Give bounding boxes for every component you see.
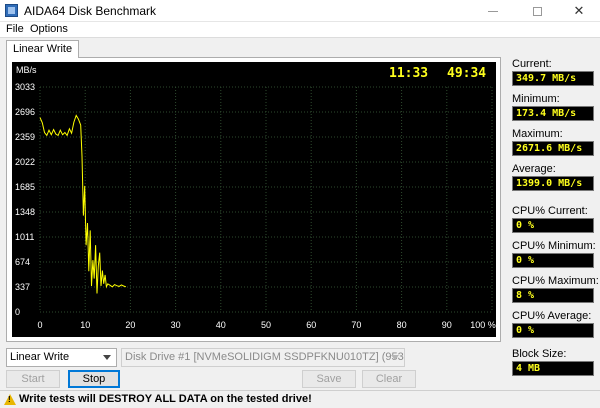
menu-options[interactable]: Options [30, 23, 68, 35]
benchmark-chart: 3033 2696 2359 2022 1685 1348 1011 674 337 0 0 10 2… [12, 62, 496, 337]
minimize-icon [488, 10, 498, 12]
close-icon: ✕ [573, 3, 585, 18]
y-tick-label: 2359 [15, 132, 35, 142]
y-tick-label: 2696 [15, 107, 35, 117]
test-type-select[interactable]: Linear Write [6, 348, 117, 367]
x-tick-label: 90 [442, 320, 452, 330]
stop-button[interactable]: Stop [68, 370, 120, 388]
stat-value-minimum: 173.4 MB/s [512, 106, 594, 121]
chevron-down-icon [391, 355, 399, 360]
elapsed-time: 11:33 [389, 66, 428, 81]
y-tick-label: 1685 [15, 182, 35, 192]
title-bar: AIDA64 Disk Benchmark ✕ [0, 0, 600, 22]
stat-value-average: 1399.0 MB/s [512, 176, 594, 191]
x-tick-label: 30 [171, 320, 181, 330]
maximize-button[interactable] [516, 0, 558, 22]
x-tick-label: 50 [261, 320, 271, 330]
y-tick-label: 337 [15, 282, 30, 292]
status-warning-text: Write tests will DESTROY ALL DATA on the… [19, 393, 312, 405]
status-bar: Write tests will DESTROY ALL DATA on the… [0, 390, 600, 408]
x-tick-label: 60 [306, 320, 316, 330]
chevron-down-icon [103, 355, 111, 360]
stat-value-current: 349.7 MB/s [512, 71, 594, 86]
menu-file[interactable]: File [6, 23, 24, 35]
x-tick-label: 70 [351, 320, 361, 330]
start-button[interactable]: Start [6, 370, 60, 388]
stat-value-cpu-maximum: 8 % [512, 288, 594, 303]
stat-label-cpu-average: CPU% Average: [512, 310, 592, 322]
test-type-value: Linear Write [10, 351, 70, 363]
save-button[interactable]: Save [302, 370, 356, 388]
maximize-icon [532, 6, 542, 16]
stat-label-cpu-minimum: CPU% Minimum: [512, 240, 596, 252]
x-tick-label: 20 [125, 320, 135, 330]
x-tick-label: 80 [397, 320, 407, 330]
stat-value-cpu-minimum: 0 % [512, 253, 594, 268]
window-title: AIDA64 Disk Benchmark [24, 4, 157, 18]
drive-select-value: Disk Drive #1 [NVMeSOLIDIGM SSDPFKNU010T… [125, 351, 405, 363]
stat-label-cpu-maximum: CPU% Maximum: [512, 275, 599, 287]
y-tick-label: 3033 [15, 82, 35, 92]
y-axis-unit-label: MB/s [16, 65, 37, 75]
y-tick-label: 674 [15, 257, 30, 267]
x-tick-label: 40 [216, 320, 226, 330]
stat-label-current: Current: [512, 58, 552, 70]
menu-bar: File Options [0, 22, 600, 38]
stat-value-cpu-current: 0 % [512, 218, 594, 233]
x-tick-label: 10 [80, 320, 90, 330]
y-tick-label: 1011 [15, 232, 34, 242]
tab-linear-write[interactable]: Linear Write [6, 40, 80, 58]
clear-button[interactable]: Clear [362, 370, 416, 388]
drive-select[interactable]: Disk Drive #1 [NVMeSOLIDIGM SSDPFKNU010T… [121, 348, 405, 367]
minimize-button[interactable] [472, 0, 514, 22]
warning-icon [4, 394, 16, 405]
aida64-app-icon [5, 4, 18, 17]
stat-label-cpu-current: CPU% Current: [512, 205, 588, 217]
y-tick-label: 0 [15, 307, 20, 317]
y-tick-label: 1348 [15, 207, 35, 217]
stat-value-block-size: 4 MB [512, 361, 594, 376]
stat-label-minimum: Minimum: [512, 93, 560, 105]
stat-value-cpu-average: 0 % [512, 323, 594, 338]
close-button[interactable]: ✕ [558, 0, 600, 22]
stat-label-maximum: Maximum: [512, 128, 563, 140]
stat-label-block-size: Block Size: [512, 348, 567, 360]
stat-value-maximum: 2671.6 MB/s [512, 141, 594, 156]
y-tick-label: 2022 [15, 157, 35, 167]
x-tick-label: 100 % [470, 320, 496, 330]
remaining-time: 49:34 [447, 66, 486, 81]
stat-label-average: Average: [512, 163, 556, 175]
x-tick-label: 0 [37, 320, 42, 330]
